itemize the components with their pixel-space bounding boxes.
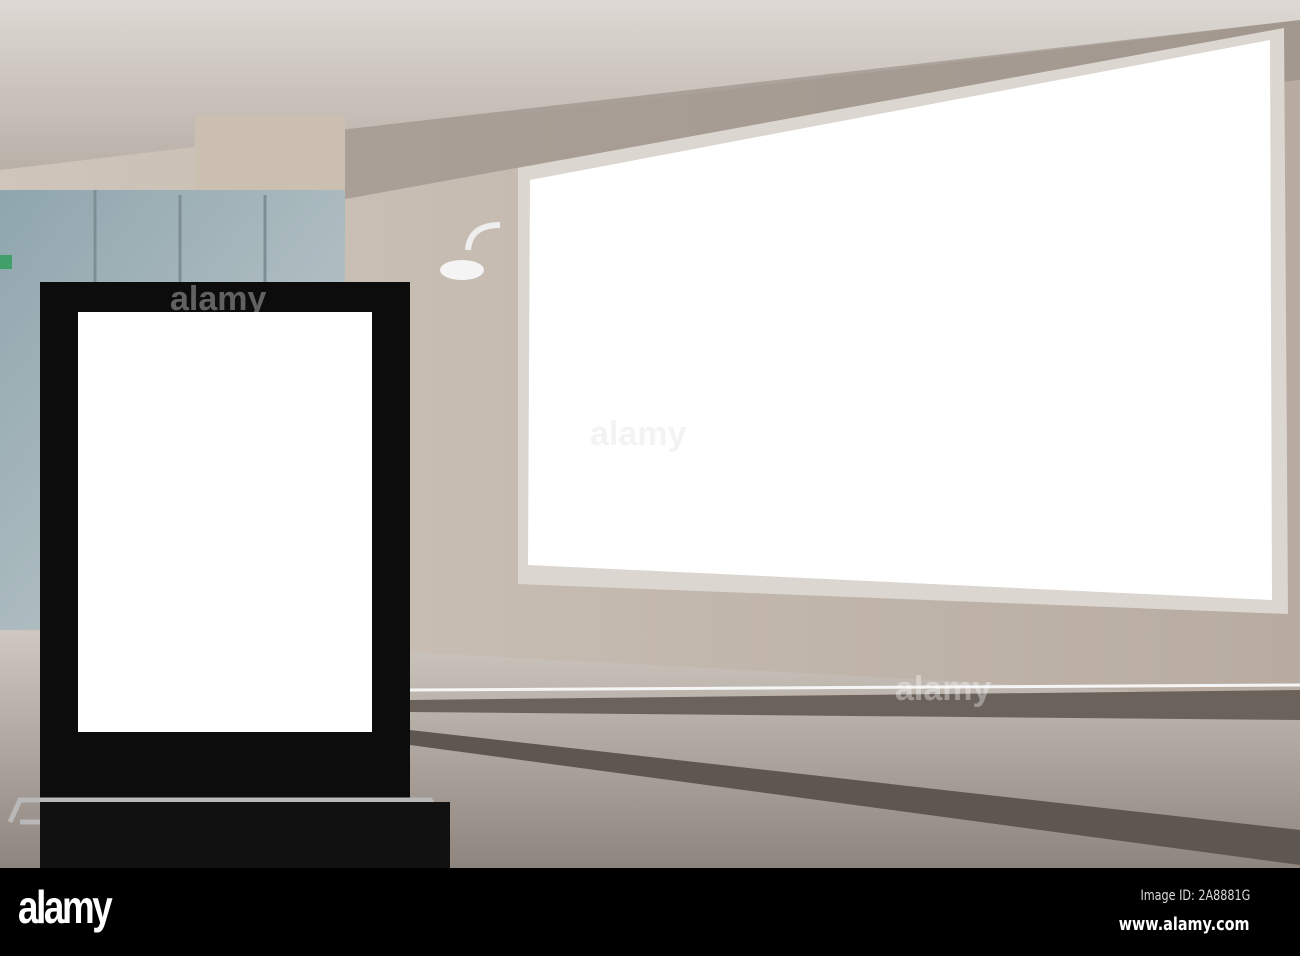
image-id: Image ID: 2A8881G (1140, 888, 1250, 904)
site-url: www.alamy.com (1119, 914, 1250, 935)
stand-base (40, 802, 450, 868)
stand-screen (78, 312, 372, 732)
photo: alamy alamy alamy alamy Image ID: 2A8881… (0, 0, 1300, 956)
ceiling-duct (195, 115, 345, 195)
alamy-logo: alamy (18, 881, 113, 933)
lamp-shade (440, 260, 484, 280)
watermark: alamy (590, 415, 686, 453)
watermark: alamy (170, 280, 266, 318)
watermark: alamy (895, 670, 991, 708)
exit-sign (0, 255, 12, 269)
footer-bar: alamy Image ID: 2A8881G www.alamy.com (0, 868, 1300, 956)
airport-scene: alamy alamy alamy (0, 0, 1300, 868)
